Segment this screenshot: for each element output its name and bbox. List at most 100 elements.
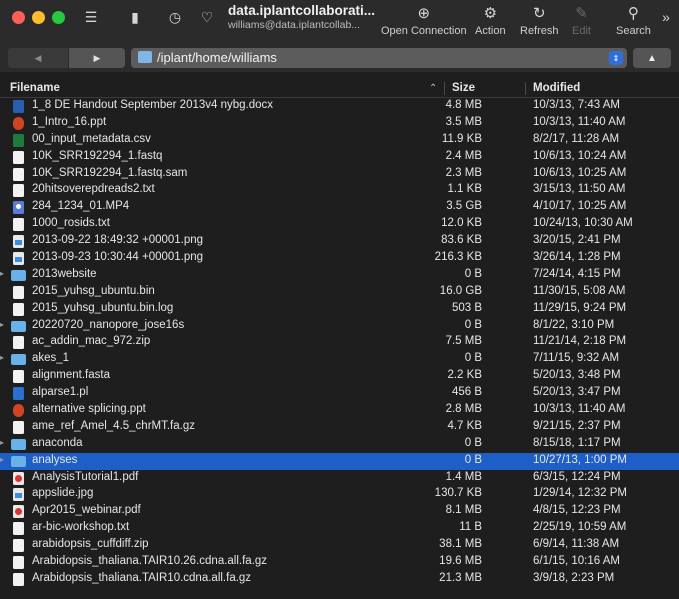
file-size: 19.6 MB [439,555,482,568]
file-icon [13,184,24,198]
table-row[interactable]: 2015_yuhsg_ubuntu.bin 16.0 GB 11/30/15, 5:… [0,284,679,301]
table-row[interactable]: ame_ref_Amel_4.5_chrMT.fa.gz 4.7 KB 9/21/1… [0,419,679,436]
table-row[interactable]: 284_1234_01.MP4 3.5 GB 4/10/17, 10:25 AM [0,199,679,216]
file-size: 0 B [464,453,482,466]
table-row[interactable]: AnalysisTutorial1.pdf 1.4 MB 6/3/15, 12:24… [0,470,679,487]
file-name: 00_input_metadata.csv [32,132,151,145]
table-row[interactable]: Arabidopsis_thaliana.TAIR10.26.cdna.all.… [0,554,679,571]
file-icon [13,370,24,384]
table-row[interactable]: 1_8 DE Handout September 2013v4 nybg.doc… [0,98,679,115]
file-size: 216.3 KB [434,251,482,264]
disclosure-triangle-icon[interactable]: ▸ [0,455,4,464]
file-name: analyses [32,453,78,466]
table-row[interactable]: arabidopsis_cuffdiff.zip 38.1 MB 6/9/14, 1… [0,537,679,554]
file-name: AnalysisTutorial1.pdf [32,470,139,483]
path-dropdown-icon[interactable]: ⇕ [609,51,623,65]
table-row[interactable]: alparse1.pl 456 B 5/20/13, 3:47 PM [0,385,679,402]
history-icon[interactable]: ◷ [164,6,186,28]
table-row[interactable]: ▸ akes_1 0 B 7/11/15, 9:32 AM [0,351,679,368]
file-size: 0 B [464,352,482,365]
table-row[interactable]: 2013-09-22 18:49:32 +00001.png 83.6 KB 3/2… [0,233,679,250]
folder-icon [11,320,26,332]
table-row[interactable]: 1000_rosids.txt 12.0 KB 10/24/13, 10:30 AM [0,216,679,233]
table-row[interactable]: ▸ anaconda 0 B 8/15/18, 1:17 PM [0,436,679,453]
disclosure-triangle-icon[interactable]: ▸ [0,320,4,329]
column-modified[interactable]: Modified [533,82,580,94]
file-name: 1000_rosids.txt [32,217,110,230]
folder-icon [138,51,152,63]
file-modified: 1/29/14, 12:32 PM [533,487,627,500]
table-row[interactable]: ▸ 20220720_nanopore_jose16s 0 B 8/1/22, 3:1… [0,318,679,335]
file-name: ame_ref_Amel_4.5_chrMT.fa.gz [32,419,195,432]
disclosure-triangle-icon[interactable]: ▸ [0,269,4,278]
table-row[interactable]: 20hitsoverepdreads2.txt 1.1 KB 3/15/13, 11… [0,182,679,199]
table-row[interactable]: Arabidopsis_thaliana.TAIR10.cdna.all.fa.… [0,571,679,588]
file-name: 2013-09-23 10:30:44 +00001.png [32,251,204,264]
file-name: arabidopsis_cuffdiff.zip [32,538,149,551]
table-row[interactable]: ▸ analyses 0 B 10/27/13, 1:00 PM [0,452,679,470]
column-size[interactable]: Size [452,82,475,94]
sort-ascending-icon[interactable]: ⌃ [429,83,437,94]
file-size: 11.9 KB [441,132,482,145]
file-name: 2015_yuhsg_ubuntu.bin [32,284,155,297]
bonjour-icon[interactable]: ♡ [196,6,218,28]
parent-folder-button[interactable]: ▲ [633,48,671,68]
action-button[interactable]: ⚙ Action [475,2,506,37]
file-modified: 11/30/15, 5:08 AM [533,284,626,297]
bookmarks-icon[interactable]: ☰ [80,6,102,28]
zoom-window-button[interactable] [52,11,65,24]
table-row[interactable]: 10K_SRR192294_1.fastq 2.4 MB 10/6/13, 10:2… [0,149,679,166]
file-modified: 11/29/15, 9:24 PM [533,301,627,314]
file-name: 20220720_nanopore_jose16s [32,318,185,331]
file-size: 3.5 GB [446,200,482,213]
file-size: 83.6 KB [441,234,482,247]
table-row[interactable]: 2015_yuhsg_ubuntu.bin.log 503 B 11/29/15, … [0,301,679,318]
search-button[interactable]: ⚲ Search [616,2,651,37]
minimize-window-button[interactable] [32,11,45,24]
file-modified: 2/25/19, 10:59 AM [533,521,627,534]
file-size: 456 B [451,386,482,399]
disclosure-triangle-icon[interactable]: ▸ [0,438,4,447]
disclosure-triangle-icon[interactable]: ▸ [0,353,4,362]
table-row[interactable]: appslide.jpg 130.7 KB 1/29/14, 12:32 PM [0,486,679,503]
table-row[interactable]: 1_Intro_16.ppt 3.5 MB 10/3/13, 11:40 AM [0,115,679,132]
file-name: Arabidopsis_thaliana.TAIR10.cdna.all.fa.… [32,571,252,584]
file-name: 20hitsoverepdreads2.txt [32,183,155,196]
file-size: 503 B [451,301,482,314]
table-row[interactable]: 2013-09-23 10:30:44 +00001.png 216.3 KB 3/… [0,250,679,267]
file-name: alignment.fasta [32,369,110,382]
column-filename[interactable]: Filename [10,82,60,94]
file-size: 2.8 MB [445,403,482,416]
table-row[interactable]: alignment.fasta 2.2 KB 5/20/13, 3:48 PM [0,368,679,385]
file-modified: 8/1/22, 3:10 PM [533,318,615,331]
open-connection-button[interactable]: ⊕ Open Connection [381,2,467,37]
path-selector[interactable]: /iplant/home/williams ⇕ [131,48,627,68]
table-row[interactable]: 00_input_metadata.csv 11.9 KB 8/2/17, 11:2… [0,132,679,149]
back-button[interactable]: ◀ [8,48,68,68]
table-row[interactable]: ▸ 2013website 0 B 7/24/14, 4:15 PM [0,267,679,284]
toolbar: ☰ ▮ ◷ ♡ data.iplantcollaborati... willia… [0,0,679,44]
file-modified: 3/15/13, 11:50 AM [533,183,626,196]
file-name: 1_8 DE Handout September 2013v4 nybg.doc… [32,99,274,111]
chevron-right-icon[interactable]: » [655,6,677,28]
file-browser-window: ☰ ▮ ◷ ♡ data.iplantcollaborati... willia… [0,0,679,599]
table-row[interactable]: Apr2015_webinar.pdf 8.1 MB 4/8/15, 12:23 P… [0,503,679,520]
column-separator[interactable] [525,82,526,95]
close-window-button[interactable] [12,11,25,24]
file-name: 10K_SRR192294_1.fastq [32,149,163,162]
column-separator[interactable] [444,82,445,95]
refresh-button[interactable]: ↻ Refresh [520,2,559,37]
edit-button[interactable]: ✎ Edit [572,2,591,37]
forward-button[interactable]: ▶ [69,48,125,68]
file-size: 12.0 KB [441,217,482,230]
folder-icon [11,269,26,281]
table-row[interactable]: 10K_SRR192294_1.fastq.sam 2.3 MB 10/6/13, … [0,166,679,183]
file-name: 2013-09-22 18:49:32 +00001.png [32,234,204,247]
binary-icon [13,336,24,350]
table-row[interactable]: alternative splicing.ppt 2.8 MB 10/3/13, 1… [0,402,679,419]
table-row[interactable]: ar-bic-workshop.txt 11 B 2/25/19, 10:59 AM [0,520,679,537]
table-row[interactable]: ac_addin_mac_972.zip 7.5 MB 11/21/14, 2:18… [0,334,679,351]
browser-view-icon[interactable]: ▮ [124,6,146,28]
file-modified: 10/3/13, 7:43 AM [533,99,620,111]
file-name: alparse1.pl [32,386,89,399]
